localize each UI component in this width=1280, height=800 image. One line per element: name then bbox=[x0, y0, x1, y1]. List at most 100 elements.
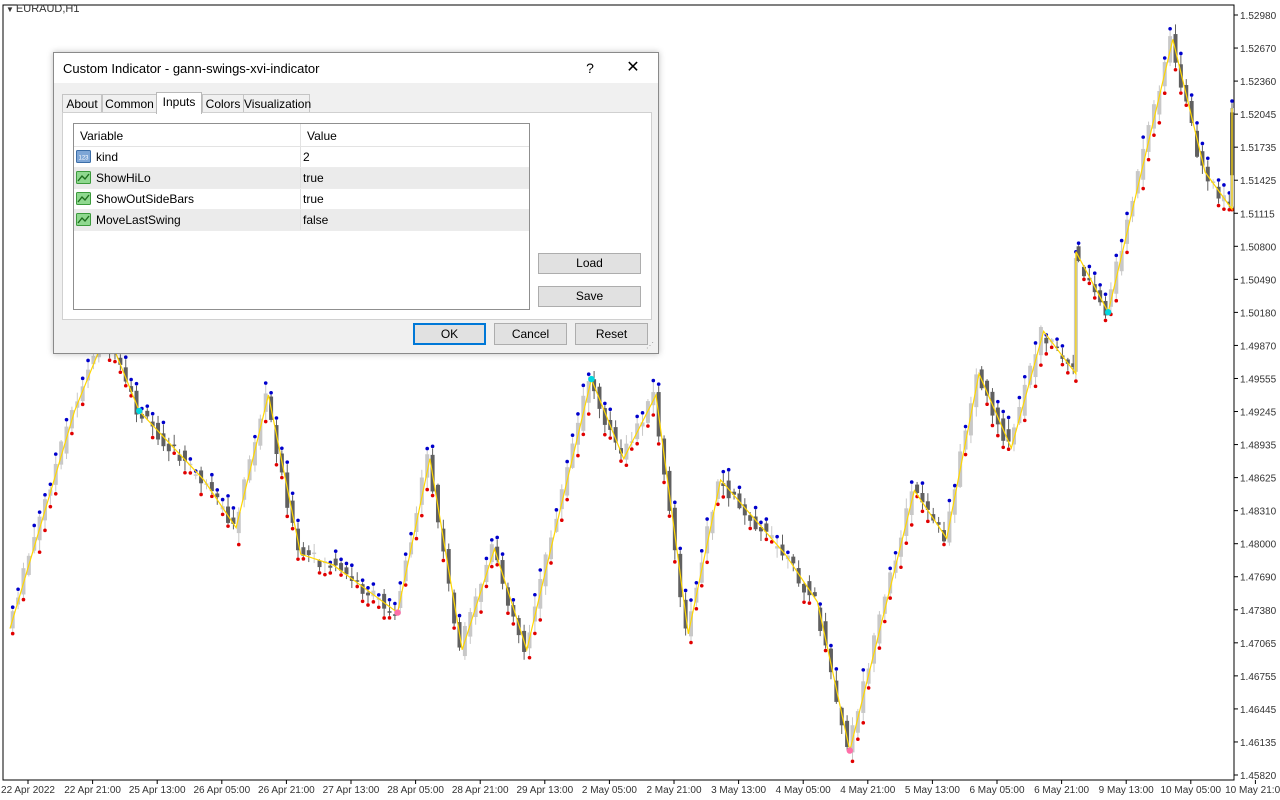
low-dot bbox=[705, 560, 709, 565]
low-dot bbox=[748, 526, 753, 531]
low-dot bbox=[926, 519, 930, 524]
low-dot bbox=[656, 442, 661, 446]
load-button[interactable]: Load bbox=[538, 253, 641, 274]
tab-colors[interactable]: Colors bbox=[202, 94, 244, 113]
tab-inputs[interactable]: Inputs bbox=[156, 92, 202, 114]
bool-param-icon bbox=[76, 192, 91, 205]
price-tick-label: 1.46135 bbox=[1240, 738, 1277, 749]
high-dot bbox=[1006, 415, 1011, 420]
high-dot bbox=[818, 602, 822, 606]
high-dot bbox=[376, 593, 381, 597]
high-dot bbox=[1055, 337, 1059, 341]
time-tick-label: 10 May 05:00 bbox=[1160, 785, 1221, 796]
low-dot bbox=[263, 419, 268, 424]
tab-about[interactable]: About bbox=[62, 94, 102, 113]
low-dot bbox=[274, 462, 279, 467]
grid-row-showhilo[interactable]: ShowHiLo true bbox=[74, 168, 529, 189]
swing-marker bbox=[394, 609, 401, 616]
ok-button[interactable]: OK bbox=[413, 323, 486, 345]
candle-body bbox=[172, 444, 177, 447]
low-dot bbox=[942, 542, 946, 547]
integer-param-icon: 123 bbox=[76, 150, 91, 163]
price-tick-label: 1.51115 bbox=[1240, 209, 1275, 220]
help-button[interactable]: ? bbox=[580, 57, 600, 79]
price-tick-label: 1.49870 bbox=[1240, 341, 1277, 352]
low-dot bbox=[285, 514, 290, 519]
price-tick-label: 1.46755 bbox=[1240, 672, 1277, 683]
low-dot bbox=[355, 584, 360, 589]
high-dot bbox=[721, 469, 726, 474]
low-dot bbox=[856, 737, 860, 741]
low-dot bbox=[1044, 352, 1049, 356]
low-dot bbox=[1152, 133, 1156, 137]
high-dot bbox=[673, 500, 677, 505]
low-dot bbox=[387, 616, 392, 620]
low-dot bbox=[899, 565, 903, 570]
param-value[interactable]: false bbox=[303, 213, 328, 227]
low-dot bbox=[1103, 318, 1108, 323]
grid-row-movelastswing[interactable]: MoveLastSwing false bbox=[74, 210, 529, 231]
high-dot bbox=[1017, 395, 1022, 400]
low-dot bbox=[366, 603, 370, 607]
low-dot bbox=[80, 402, 85, 407]
reset-button[interactable]: Reset bbox=[575, 323, 648, 345]
column-divider[interactable] bbox=[300, 124, 301, 146]
param-value[interactable]: 2 bbox=[303, 150, 310, 164]
high-dot bbox=[1022, 374, 1027, 379]
high-dot bbox=[123, 355, 128, 360]
time-tick-label: 26 Apr 21:00 bbox=[258, 785, 315, 796]
high-dot bbox=[1098, 283, 1102, 287]
time-tick-label: 26 Apr 05:00 bbox=[193, 785, 250, 796]
time-tick-label: 28 Apr 05:00 bbox=[387, 785, 444, 796]
low-dot bbox=[113, 359, 117, 364]
high-dot bbox=[1001, 409, 1006, 414]
dialog-title: Custom Indicator - gann-swings-xvi-indic… bbox=[63, 61, 320, 76]
low-dot bbox=[1141, 186, 1145, 191]
tab-visualization[interactable]: Visualization bbox=[243, 94, 311, 113]
column-header-variable[interactable]: Variable bbox=[80, 129, 123, 143]
candle-body bbox=[328, 565, 333, 568]
high-dot bbox=[263, 381, 268, 385]
save-button[interactable]: Save bbox=[538, 286, 641, 307]
tab-common[interactable]: Common bbox=[102, 94, 157, 113]
column-header-value[interactable]: Value bbox=[307, 129, 337, 143]
cell-divider bbox=[300, 147, 301, 167]
price-tick-label: 1.47380 bbox=[1240, 606, 1277, 617]
low-dot bbox=[1092, 296, 1097, 300]
high-dot bbox=[220, 497, 225, 502]
low-dot bbox=[1039, 363, 1043, 367]
low-dot bbox=[581, 432, 586, 437]
candle-body bbox=[306, 550, 311, 556]
low-dot bbox=[371, 600, 376, 604]
low-dot bbox=[328, 571, 333, 575]
high-dot bbox=[290, 491, 295, 496]
svg-text:123: 123 bbox=[78, 156, 89, 162]
cancel-button[interactable]: Cancel bbox=[494, 323, 567, 345]
high-dot bbox=[753, 505, 758, 510]
price-tick-label: 1.46445 bbox=[1240, 705, 1277, 716]
low-dot bbox=[199, 492, 203, 497]
grid-row-kind[interactable]: 123 kind 2 bbox=[74, 147, 529, 168]
param-value[interactable]: true bbox=[303, 192, 324, 206]
low-dot bbox=[1087, 281, 1092, 286]
high-dot bbox=[10, 605, 15, 609]
high-dot bbox=[430, 444, 435, 449]
close-icon[interactable]: ✕ bbox=[620, 57, 646, 79]
dialog-title-bar[interactable]: Custom Indicator - gann-swings-xvi-indic… bbox=[54, 53, 658, 83]
time-tick-label: 2 May 05:00 bbox=[582, 785, 637, 796]
high-dot bbox=[484, 556, 489, 561]
candle-body bbox=[365, 592, 370, 596]
symbol-text: EURAUD,H1 bbox=[15, 3, 80, 15]
grid-row-showoutsidebars[interactable]: ShowOutSideBars true bbox=[74, 189, 529, 210]
low-dot bbox=[716, 502, 720, 507]
resize-grip-icon[interactable]: ⋰ bbox=[646, 341, 656, 351]
candle-body bbox=[791, 556, 796, 564]
low-dot bbox=[414, 536, 419, 541]
low-dot bbox=[1173, 67, 1178, 72]
collapse-triangle-icon[interactable]: ▼ bbox=[6, 5, 14, 14]
high-dot bbox=[393, 601, 397, 606]
swing-marker bbox=[846, 747, 853, 754]
high-dot bbox=[285, 460, 290, 464]
param-value[interactable]: true bbox=[303, 171, 324, 185]
high-dot bbox=[500, 552, 505, 556]
